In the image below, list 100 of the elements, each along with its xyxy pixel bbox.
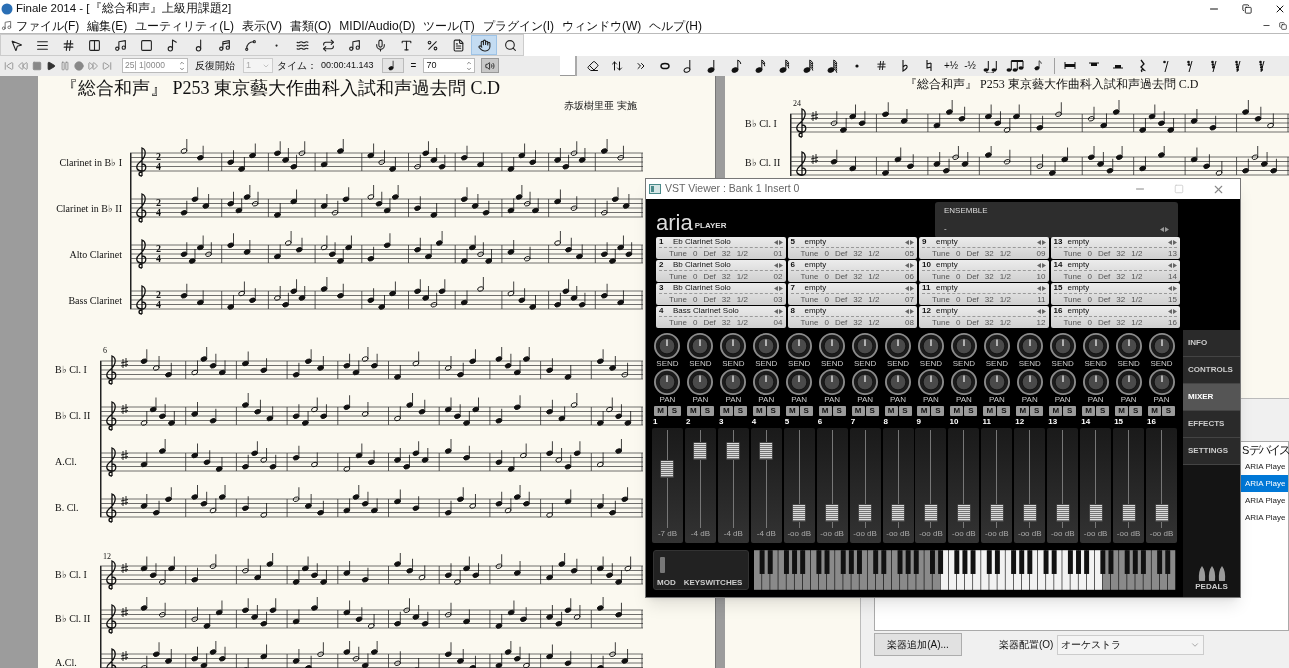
pan-knob[interactable] [1115,369,1142,395]
menu-item[interactable]: ユーティリティ(L) [135,18,234,33]
menu-item[interactable]: 書類(O) [290,18,332,33]
instrument-slot[interactable]: 3 Bb Clarinet Solo Tune 0 Def 32 1/2 03 [656,283,786,305]
pedals-icon[interactable] [1196,565,1227,581]
fader-thumb[interactable] [1055,503,1070,522]
speaker-button[interactable] [481,58,500,73]
instrument-slot[interactable]: 5 empty Tune 0 Def 32 1/2 05 [787,237,917,259]
pan-knob[interactable] [720,369,747,395]
instrument-slot[interactable]: 14 empty Tune 0 Def 32 1/2 14 [1050,260,1180,282]
arrows-icon[interactable] [905,239,914,245]
fader-thumb[interactable] [693,442,708,460]
pan-knob[interactable] [1148,369,1175,395]
mute-button[interactable]: M [917,406,931,416]
record-icon[interactable] [74,60,84,71]
menu-item[interactable]: ファイル(F) [16,18,80,33]
arrows-icon[interactable] [1168,239,1177,245]
half-step-button[interactable]: +½ [941,60,962,71]
instrument-slot[interactable]: 6 empty Tune 0 Def 32 1/2 06 [787,260,917,282]
arrows-icon[interactable] [1168,285,1177,291]
mute-button[interactable]: M [950,406,964,416]
instrument-slot[interactable]: 2 Bb Clarinet Solo Tune 0 Def 32 1/2 02 [656,260,786,282]
arrows-icon[interactable] [773,285,783,291]
solo-button[interactable]: S [733,406,747,416]
send-knob[interactable] [1115,333,1142,359]
solo-button[interactable]: S [667,406,681,416]
fader-thumb[interactable] [989,503,1004,522]
solo-button[interactable]: S [964,406,978,416]
natural-icon[interactable] [925,59,933,72]
mute-button[interactable]: M [653,406,667,416]
dot-icon[interactable] [855,63,859,68]
arrows-icon[interactable] [1160,226,1169,232]
fader-thumb[interactable] [1121,503,1136,522]
solo-button[interactable]: S [1096,406,1110,416]
instrument-slot[interactable]: 10 empty Tune 0 Def 32 1/2 10 [919,260,1049,282]
send-knob[interactable] [950,333,977,359]
instrument-slot[interactable]: 13 empty Tune 0 Def 32 1/2 13 [1050,237,1180,259]
mute-button[interactable]: M [719,406,733,416]
mute-button[interactable]: M [983,406,997,416]
solo-button[interactable]: S [898,406,912,416]
solo-button[interactable]: S [931,406,945,416]
beamed-notes-icon[interactable] [1005,58,1024,73]
half-step-button[interactable]: -½ [961,60,979,71]
pan-knob[interactable] [654,369,681,395]
tie-icon[interactable] [982,58,999,73]
mute-button[interactable]: M [1115,406,1129,416]
arrows-icon[interactable] [905,285,914,291]
add-instrument-button[interactable]: 楽器追加(A)... [874,633,962,656]
mute-button[interactable]: M [818,406,832,416]
menu-item[interactable]: ウィンドウ(W) [562,18,642,33]
up-down-arrow-icon[interactable] [611,59,623,72]
instrument-slot[interactable]: 4 Bass Clarinet Solo Tune 0 Def 32 1/2 04 [656,306,786,328]
menu-item[interactable]: ツール(T) [423,18,475,33]
instrument-slot[interactable]: 15 empty Tune 0 Def 32 1/2 15 [1050,283,1180,305]
arrows-icon[interactable] [1036,239,1046,245]
arrows-icon[interactable] [1168,308,1177,314]
mute-button[interactable]: M [1148,406,1162,416]
arrows-icon[interactable] [773,262,783,268]
send-knob[interactable] [654,333,681,359]
fader-thumb[interactable] [1022,503,1037,522]
instrument-slot[interactable]: 11 empty Tune 0 Def 32 1/2 11 [919,283,1049,305]
solo-button[interactable]: S [1030,406,1044,416]
instrument-slot[interactable]: 8 empty Tune 0 Def 32 1/2 08 [787,306,917,328]
arrows-icon[interactable] [773,308,783,314]
nav-tab[interactable]: CONTROLS [1183,357,1240,384]
send-knob[interactable] [819,333,846,359]
note-icon[interactable] [779,58,791,73]
tempo-note-button[interactable] [381,58,404,73]
instrument-slot[interactable]: 1 Eb Clarinet Solo Tune 0 Def 32 1/2 01 [656,237,786,259]
menu-item[interactable]: 表示(V) [242,18,282,33]
mute-button[interactable]: M [752,406,766,416]
arrows-icon[interactable] [905,262,914,268]
note-icon[interactable] [731,58,743,73]
pan-knob[interactable] [753,369,780,395]
fader-thumb[interactable] [858,503,873,522]
layout-select[interactable]: オーケストラ [1057,634,1205,655]
nav-tab[interactable]: EFFECTS [1183,411,1240,438]
pan-knob[interactable] [950,369,977,395]
fader-thumb[interactable] [956,503,971,522]
arrows-icon[interactable] [1036,308,1046,314]
nav-tab[interactable]: MIXER [1183,384,1240,411]
mute-button[interactable]: M [1049,406,1063,416]
mute-button[interactable]: M [785,406,799,416]
mute-button[interactable]: M [1016,406,1030,416]
arrows-icon[interactable] [905,308,914,314]
fader-thumb[interactable] [1154,503,1169,522]
solo-button[interactable]: S [865,406,879,416]
solo-button[interactable]: S [832,406,846,416]
nav-tab[interactable]: SETTINGS [1183,438,1240,465]
send-knob[interactable] [917,333,944,359]
fader-thumb[interactable] [792,503,807,522]
solo-button[interactable]: S [1129,406,1143,416]
mute-button[interactable]: M [1082,406,1096,416]
flat-icon[interactable] [901,59,909,72]
send-knob[interactable] [1016,333,1043,359]
mute-button[interactable]: M [884,406,898,416]
restore-icon[interactable] [1242,4,1252,14]
pan-knob[interactable] [786,369,813,395]
pan-knob[interactable] [852,369,879,395]
solo-button[interactable]: S [700,406,714,416]
